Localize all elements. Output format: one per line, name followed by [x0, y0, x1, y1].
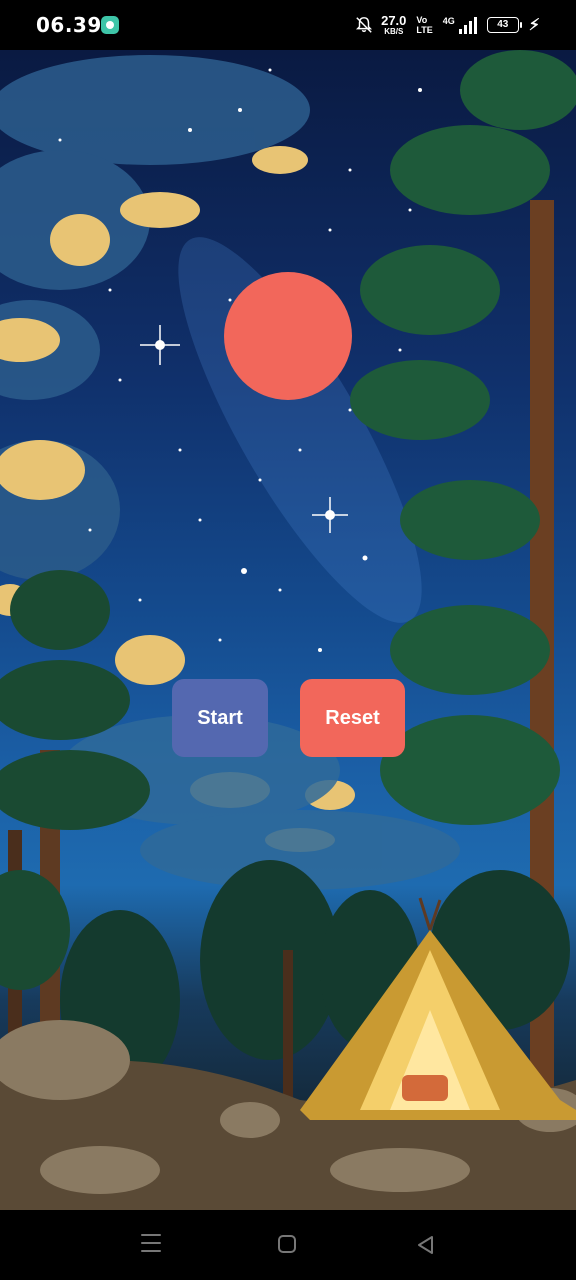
background-illustration — [0, 50, 576, 1210]
recent-apps-icon[interactable] — [141, 1234, 161, 1254]
volte-indicator: Vo LTE — [416, 15, 432, 35]
battery-icon: 43 — [486, 17, 522, 33]
status-icons: 27.0 KB/S Vo LTE 4G 43 ⚡︎ — [355, 12, 540, 38]
network-speed-unit: KB/S — [384, 27, 404, 36]
start-button[interactable]: Start — [172, 679, 268, 757]
navigation-bar — [0, 1210, 576, 1280]
signal-icon: 4G — [443, 16, 477, 34]
indicator-circle — [224, 272, 352, 400]
volte-top: Vo — [416, 15, 428, 25]
charging-icon: ⚡︎ — [528, 17, 540, 34]
volte-bottom: LTE — [416, 25, 433, 35]
network-speed: 27.0 KB/S — [381, 14, 406, 36]
status-bar: 06.39 27.0 KB/S Vo LTE 4G 43 ⚡︎ — [0, 0, 576, 50]
mute-icon — [355, 16, 373, 34]
status-time: 06.39 — [36, 13, 102, 37]
network-type: 4G — [442, 16, 455, 26]
camping-night-background: Start Reset — [0, 50, 576, 1210]
home-icon[interactable] — [278, 1235, 296, 1253]
reset-button[interactable]: Reset — [300, 679, 405, 757]
network-speed-value: 27.0 — [381, 13, 407, 28]
app-notification-icon — [101, 16, 119, 34]
back-icon[interactable] — [416, 1235, 434, 1255]
